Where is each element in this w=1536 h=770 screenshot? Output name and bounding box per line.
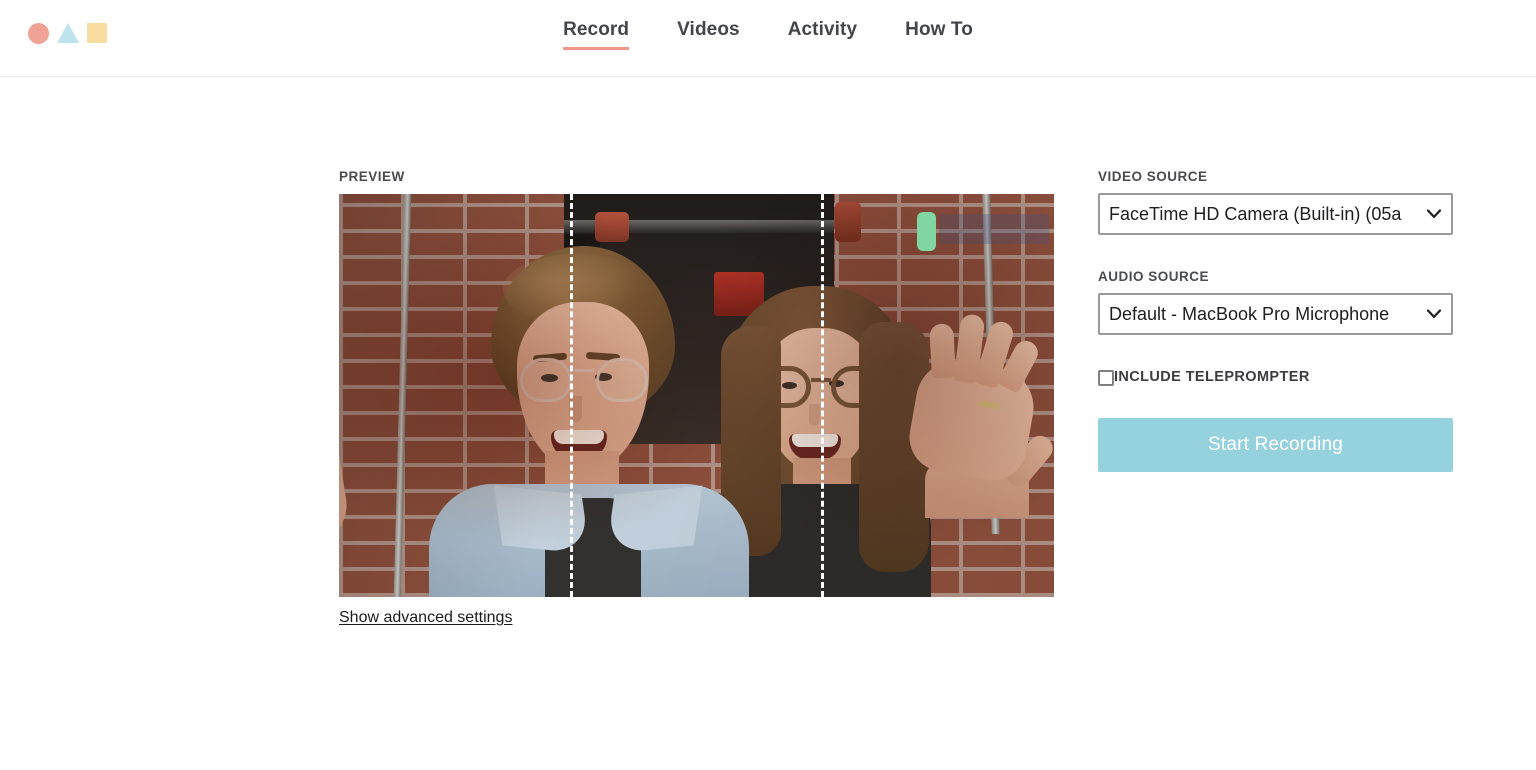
include-teleprompter-row[interactable]: INCLUDE TELEPROMPTER (1098, 369, 1453, 386)
logo-triangle-icon (57, 23, 79, 43)
logo-square-icon (87, 23, 107, 43)
main-nav: Record Videos Activity How To (563, 17, 973, 50)
audio-source-label: AUDIO SOURCE (1098, 269, 1210, 284)
recording-status-indicator (917, 212, 936, 251)
site-header: Record Videos Activity How To (0, 0, 1536, 77)
show-advanced-settings-link[interactable]: Show advanced settings (339, 609, 512, 627)
app-logo[interactable] (28, 21, 107, 45)
include-teleprompter-label: INCLUDE TELEPROMPTER (1114, 369, 1310, 385)
audio-source-select-wrapper: Default - MacBook Pro Microphone (1098, 293, 1453, 335)
nav-item-record[interactable]: Record (563, 17, 653, 50)
video-source-select-wrapper: FaceTime HD Camera (Built-in) (05a (1098, 193, 1453, 235)
video-source-select[interactable]: FaceTime HD Camera (Built-in) (05a (1098, 193, 1453, 235)
preview-label: PREVIEW (339, 169, 405, 184)
nav-item-how-to[interactable]: How To (881, 17, 973, 42)
preview-column: PREVIEW Show advanced settings (339, 169, 1054, 627)
camera-preview (339, 194, 1054, 597)
logo-circle-icon (28, 22, 49, 44)
framing-guide-line-right (821, 194, 824, 597)
nav-item-activity[interactable]: Activity (764, 17, 881, 42)
video-source-label: VIDEO SOURCE (1098, 169, 1208, 184)
camera-preview-image (339, 194, 1054, 597)
nav-item-videos[interactable]: Videos (653, 17, 764, 42)
include-teleprompter-checkbox[interactable] (1098, 369, 1114, 386)
framing-guide-line-left (570, 194, 573, 597)
settings-column: VIDEO SOURCE FaceTime HD Camera (Built-i… (1098, 169, 1453, 472)
page-body: PREVIEW Show advanced settings VIDEO SOU… (0, 77, 1536, 770)
audio-source-select[interactable]: Default - MacBook Pro Microphone (1098, 293, 1453, 335)
start-recording-button[interactable]: Start Recording (1098, 418, 1453, 472)
